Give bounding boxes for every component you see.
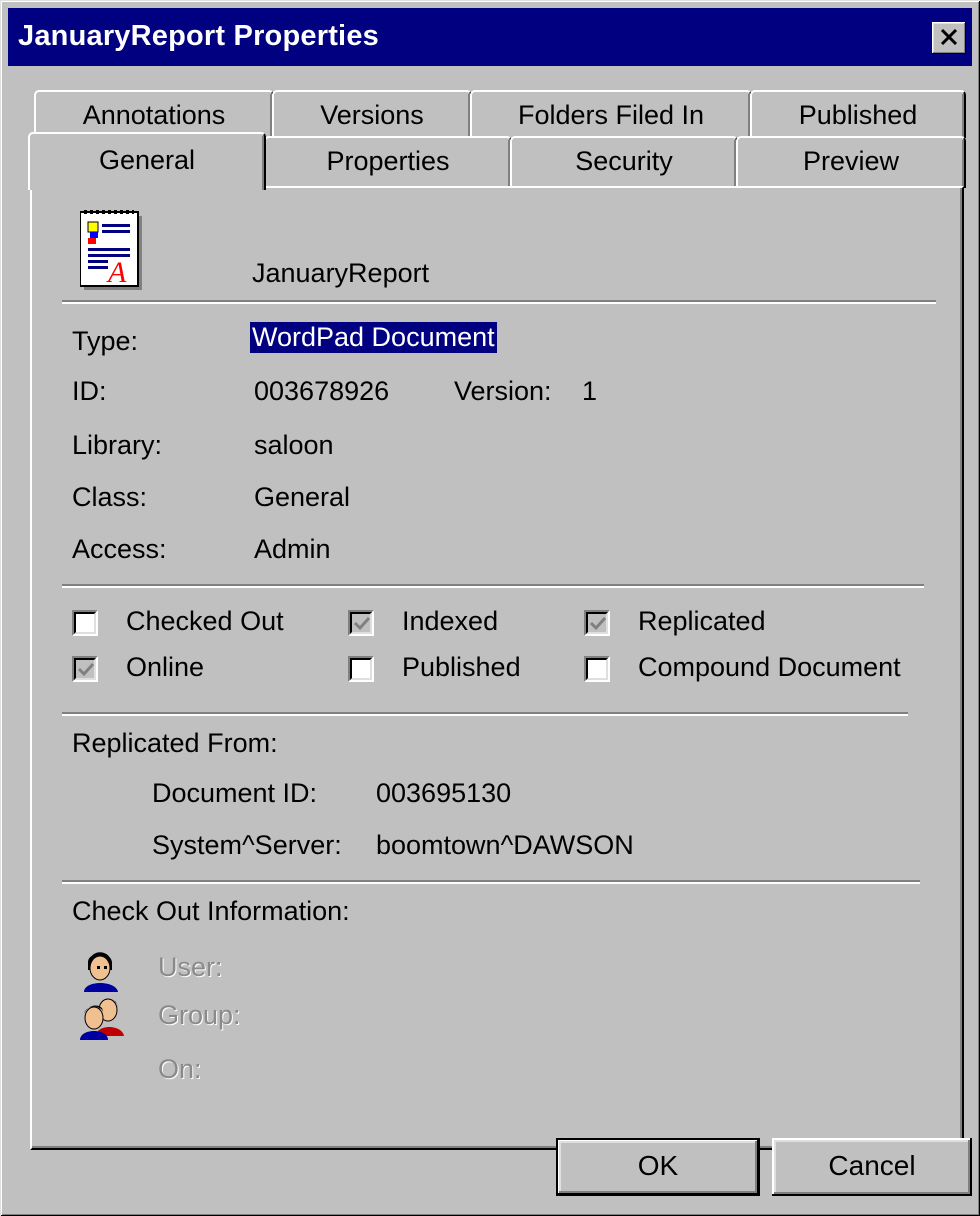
divider <box>62 584 924 588</box>
document-id-label: Document ID: <box>152 778 318 808</box>
published-checkbox[interactable] <box>348 656 374 682</box>
replicated-checkbox[interactable] <box>584 610 610 636</box>
divider <box>62 880 920 884</box>
check-out-info-heading: Check Out Information: <box>72 896 350 926</box>
close-button[interactable] <box>932 22 966 54</box>
tab-properties[interactable]: Properties <box>264 136 512 188</box>
document-id-value: 003695130 <box>376 778 512 808</box>
divider <box>62 300 936 304</box>
tab-label: Folders Filed In <box>517 100 705 130</box>
replicated-from-heading: Replicated From: <box>72 728 278 758</box>
class-value: General <box>254 482 351 512</box>
tab-general[interactable]: General <box>28 132 266 190</box>
library-value: saloon <box>254 430 334 460</box>
group-icon <box>78 996 126 1045</box>
replicated-label: Replicated <box>638 606 766 636</box>
user-label: User: <box>158 952 223 982</box>
compound-document-label: Compound Document <box>638 652 901 682</box>
cancel-button[interactable]: Cancel <box>772 1138 972 1196</box>
tab-label: Preview <box>802 146 900 176</box>
access-value: Admin <box>254 534 331 564</box>
tab-label: Properties <box>326 146 450 176</box>
version-label: Version: <box>454 376 552 406</box>
tab-label: Versions <box>320 100 424 130</box>
document-name: JanuaryReport <box>252 258 430 288</box>
tab-label: General <box>98 145 196 175</box>
indexed-label: Indexed <box>402 606 499 636</box>
published-label: Published <box>402 652 521 682</box>
tab-published[interactable]: Published <box>750 90 966 138</box>
indexed-checkbox[interactable] <box>348 610 374 636</box>
type-value[interactable]: WordPad Document <box>250 322 497 353</box>
tab-preview[interactable]: Preview <box>736 136 966 188</box>
online-checkbox[interactable] <box>72 656 98 682</box>
online-label: Online <box>126 652 205 682</box>
ok-button-label: OK <box>637 1150 679 1181</box>
cancel-button-label: Cancel <box>828 1150 916 1181</box>
properties-dialog: JanuaryReport Properties Annotations Ver… <box>0 0 980 1216</box>
user-icon <box>80 948 122 997</box>
tab-annotations[interactable]: Annotations <box>34 90 274 138</box>
tab-label: Published <box>798 100 918 130</box>
ok-button[interactable]: OK <box>556 1138 760 1196</box>
access-label: Access: <box>72 534 167 564</box>
id-value: 003678926 <box>254 376 390 406</box>
version-value: 1 <box>582 376 598 406</box>
tab-label: Annotations <box>82 100 226 130</box>
wordpad-document-icon: A <box>79 210 150 299</box>
general-tab-panel: A JanuaryReport Type: WordPad Document I… <box>30 186 964 1150</box>
window-title: JanuaryReport Properties <box>18 20 379 52</box>
class-label: Class: <box>72 482 148 512</box>
group-label: Group: <box>158 1000 241 1030</box>
tab-versions[interactable]: Versions <box>272 90 472 138</box>
system-server-label: System^Server: <box>152 830 342 860</box>
svg-text:A: A <box>106 256 127 289</box>
compound-document-checkbox[interactable] <box>584 656 610 682</box>
checked-out-checkbox[interactable] <box>72 610 98 636</box>
system-server-value: boomtown^DAWSON <box>376 830 634 860</box>
tab-security[interactable]: Security <box>510 136 738 188</box>
tab-folders-filed-in[interactable]: Folders Filed In <box>470 90 752 138</box>
tab-label: Security <box>575 146 673 176</box>
divider <box>62 712 908 716</box>
title-bar[interactable]: JanuaryReport Properties <box>8 8 972 66</box>
on-label: On: <box>158 1054 202 1084</box>
id-label: ID: <box>72 376 107 406</box>
checked-out-label: Checked Out <box>126 606 284 636</box>
library-label: Library: <box>72 430 163 460</box>
type-label: Type: <box>72 326 139 356</box>
